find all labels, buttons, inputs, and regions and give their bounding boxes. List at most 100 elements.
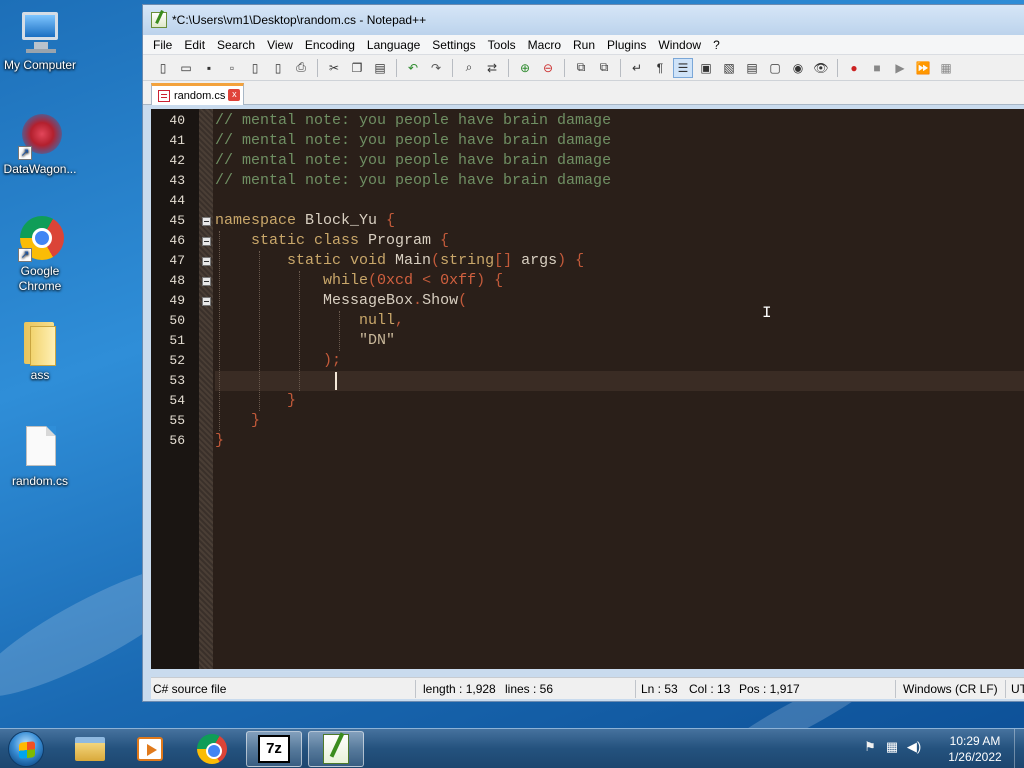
new-file-icon[interactable]: ▯ <box>153 58 173 78</box>
volume-icon[interactable]: ◀) <box>906 739 922 755</box>
stop-macro-icon[interactable]: ■ <box>867 58 887 78</box>
desktop-icon-datawagon[interactable]: ↗ DataWagon... <box>0 112 80 177</box>
close-icon[interactable]: ▯ <box>245 58 265 78</box>
menu-help[interactable]: ? <box>709 38 728 52</box>
function-list-icon[interactable]: ▤ <box>742 58 762 78</box>
fold-toggle-icon[interactable] <box>202 217 211 226</box>
word-wrap-icon[interactable]: ↵ <box>627 58 647 78</box>
fold-toggle-icon[interactable] <box>202 257 211 266</box>
desktop-icon-random-cs[interactable]: random.cs <box>0 424 80 489</box>
monitoring-icon[interactable]: ◉ <box>788 58 808 78</box>
redo-icon[interactable]: ↷ <box>426 58 446 78</box>
fold-toggle-icon[interactable] <box>202 277 211 286</box>
show-desktop-button[interactable] <box>1014 729 1024 768</box>
save-macro-icon[interactable]: ▦ <box>936 58 956 78</box>
tab-close-icon[interactable]: x <box>228 89 241 101</box>
datawagon-icon: ↗ <box>16 112 64 160</box>
udl-icon[interactable]: ▣ <box>696 58 716 78</box>
code-token: ); <box>215 352 342 369</box>
folder-workspace-icon[interactable]: ▢ <box>765 58 785 78</box>
code-line[interactable]: namespace Block_Yu { <box>215 211 1024 231</box>
desktop-icon-ass-folder[interactable]: ass <box>0 318 80 383</box>
save-all-icon[interactable]: ▫ <box>222 58 242 78</box>
paste-icon[interactable]: ▤ <box>370 58 390 78</box>
taskbar-chrome[interactable] <box>184 731 240 767</box>
code-line[interactable]: ); <box>215 351 1024 371</box>
chrome-icon <box>197 734 227 764</box>
sync-v-icon[interactable]: ⧉ <box>571 58 591 78</box>
taskbar-notepadpp[interactable] <box>308 731 364 767</box>
fold-toggle-icon[interactable] <box>202 237 211 246</box>
code-editor[interactable]: 40 41 42 43 44 45 46 47 48 49 50 51 52 53 54 55 56 // me… <box>151 109 1024 669</box>
sync-h-icon[interactable]: ⧉ <box>594 58 614 78</box>
fold-toggle-icon[interactable] <box>202 297 211 306</box>
line-number: 41 <box>169 133 185 148</box>
code-line[interactable]: "DN" <box>215 331 1024 351</box>
taskbar-7zip[interactable]: 7z <box>246 731 302 767</box>
record-macro-icon[interactable]: ● <box>844 58 864 78</box>
find-icon[interactable]: ⌕ <box>459 58 479 78</box>
menu-settings[interactable]: Settings <box>428 38 483 52</box>
code-line[interactable]: static class Program { <box>215 231 1024 251</box>
close-all-icon[interactable]: ▯ <box>268 58 288 78</box>
code-line[interactable]: // mental note: you people have brain da… <box>215 111 1024 131</box>
menu-plugins[interactable]: Plugins <box>603 38 654 52</box>
line-number: 52 <box>169 353 185 368</box>
indent-guide-icon[interactable]: ☰ <box>673 57 693 78</box>
desktop-icon-my-computer[interactable]: My Computer <box>0 8 80 73</box>
desktop-icon-google-chrome[interactable]: ↗ Google Chrome <box>0 214 80 294</box>
menu-window[interactable]: Window <box>654 38 709 52</box>
menu-search[interactable]: Search <box>213 38 263 52</box>
menu-run[interactable]: Run <box>569 38 603 52</box>
menu-tools[interactable]: Tools <box>484 38 524 52</box>
code-token: } <box>215 392 297 409</box>
desktop-icon-label: My Computer <box>3 58 77 72</box>
code-line[interactable]: MessageBox.Show( <box>215 291 1024 311</box>
cut-icon[interactable]: ✂ <box>324 58 344 78</box>
menu-file[interactable]: File <box>149 38 180 52</box>
code-token: static void <box>215 252 396 269</box>
code-line[interactable]: while(0xcd < 0xff) { <box>215 271 1024 291</box>
code-token: // mental note: you people have brain da… <box>215 112 612 129</box>
code-line[interactable]: } <box>215 411 1024 431</box>
taskbar-explorer[interactable] <box>62 731 118 767</box>
code-line[interactable]: // mental note: you people have brain da… <box>215 131 1024 151</box>
copy-icon[interactable]: ❐ <box>347 58 367 78</box>
zoom-in-icon[interactable]: ⊕ <box>515 58 535 78</box>
network-icon[interactable]: ▦ <box>884 739 900 755</box>
action-center-icon[interactable]: ⚑ <box>862 739 878 755</box>
toolbar-separator <box>837 58 838 77</box>
menu-encoding[interactable]: Encoding <box>301 38 363 52</box>
system-clock[interactable]: 10:29 AM 1/26/2022 <box>935 733 1015 765</box>
eye-icon[interactable]: 👁 <box>811 58 831 78</box>
print-icon[interactable]: ⎙ <box>291 58 311 78</box>
code-line[interactable]: } <box>215 431 1024 451</box>
undo-icon[interactable]: ↶ <box>403 58 423 78</box>
start-button[interactable] <box>8 731 44 767</box>
menu-view[interactable]: View <box>263 38 301 52</box>
code-line[interactable]: null, <box>215 311 1024 331</box>
open-file-icon[interactable]: ▭ <box>176 58 196 78</box>
menu-language[interactable]: Language <box>363 38 428 52</box>
code-line[interactable]: static void Main(string[] args) { <box>215 251 1024 271</box>
code-token: 0xff <box>440 272 477 289</box>
media-player-icon <box>137 737 163 761</box>
show-all-chars-icon[interactable]: ¶ <box>650 58 670 78</box>
tab-random-cs[interactable]: random.cs x <box>151 83 245 105</box>
code-line[interactable]: } <box>215 391 1024 411</box>
zoom-out-icon[interactable]: ⊖ <box>538 58 558 78</box>
menu-edit[interactable]: Edit <box>180 38 213 52</box>
doc-map-icon[interactable]: ▧ <box>719 58 739 78</box>
play-macro-icon[interactable]: ▶ <box>890 58 910 78</box>
replace-icon[interactable]: ⇄ <box>482 58 502 78</box>
taskbar-media-player[interactable] <box>122 731 178 767</box>
code-line[interactable] <box>215 191 1024 211</box>
menu-macro[interactable]: Macro <box>524 38 569 52</box>
code-line[interactable]: // mental note: you people have brain da… <box>215 171 1024 191</box>
save-icon[interactable]: ▪ <box>199 58 219 78</box>
fold-margin[interactable] <box>199 109 213 669</box>
code-line[interactable]: // mental note: you people have brain da… <box>215 151 1024 171</box>
status-lines: lines : 56 <box>505 682 554 696</box>
title-bar[interactable]: *C:\Users\vm1\Desktop\random.cs - Notepa… <box>143 5 1024 35</box>
run-macro-multiple-icon[interactable]: ⏩ <box>913 58 933 78</box>
